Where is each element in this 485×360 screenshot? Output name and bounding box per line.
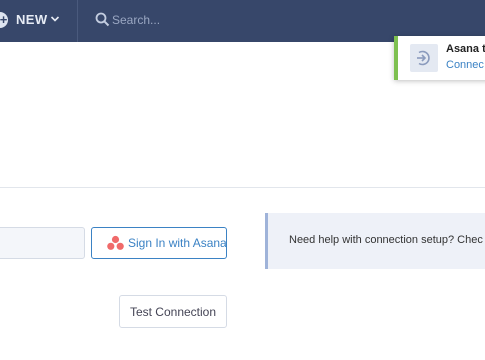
test-connection-button[interactable]: Test Connection bbox=[119, 295, 227, 328]
sign-in-with-asana-button[interactable]: Sign In with Asana bbox=[91, 227, 227, 259]
plus-circle-icon: + bbox=[0, 12, 8, 28]
sign-in-label: Sign In with Asana bbox=[128, 236, 227, 250]
toast-title: Asana t bbox=[446, 43, 485, 55]
account-field[interactable] bbox=[0, 227, 85, 259]
help-text: Need help with connection setup? Chec bbox=[289, 234, 483, 246]
asana-logo-icon bbox=[107, 235, 124, 250]
topbar-divider bbox=[77, 0, 78, 42]
test-connection-label: Test Connection bbox=[129, 305, 217, 319]
notification-toast[interactable]: Asana t Connec bbox=[394, 36, 485, 80]
help-panel: Need help with connection setup? Chec bbox=[265, 213, 485, 269]
search-icon bbox=[95, 12, 110, 27]
toast-subtitle[interactable]: Connec bbox=[446, 59, 484, 71]
new-menu-label: NEW bbox=[16, 12, 48, 27]
chevron-down-icon bbox=[50, 16, 60, 22]
search-input[interactable] bbox=[112, 10, 312, 30]
section-divider bbox=[0, 187, 485, 188]
connection-icon bbox=[417, 50, 430, 66]
new-menu-button[interactable]: + NEW bbox=[0, 0, 78, 42]
toast-icon-box bbox=[410, 44, 438, 72]
